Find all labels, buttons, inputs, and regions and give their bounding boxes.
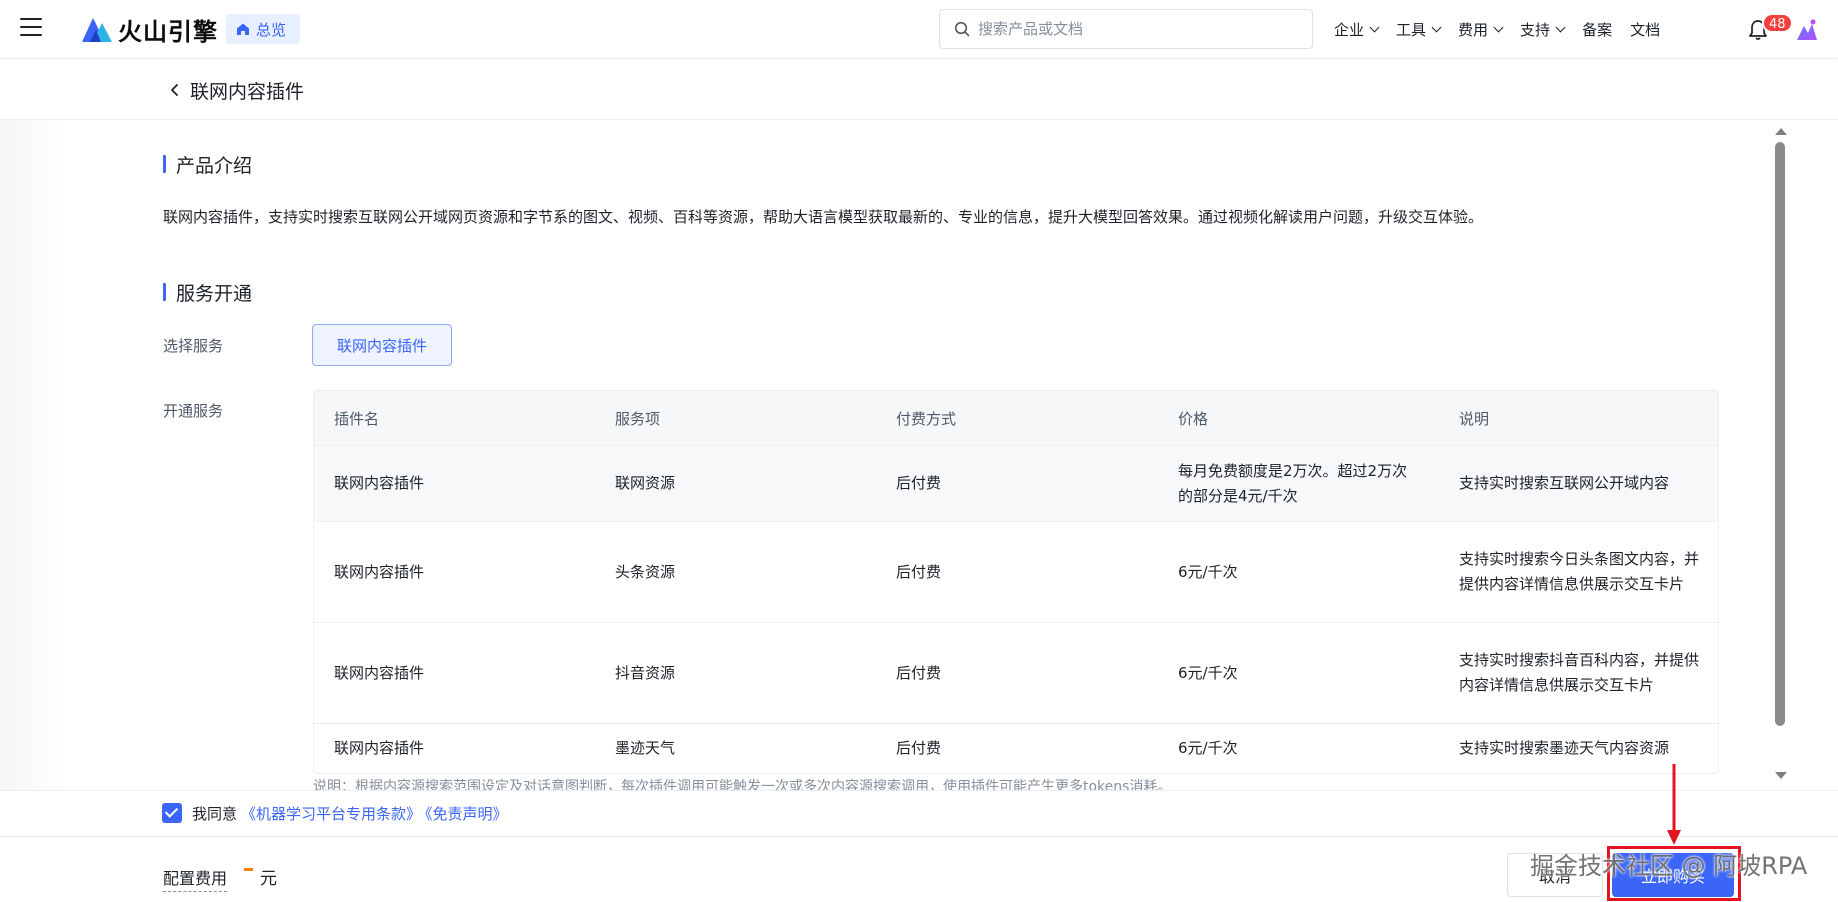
- cancel-button[interactable]: 取消: [1507, 853, 1603, 897]
- cell-price: 6元/千次: [1178, 663, 1238, 682]
- nav-label: 企业: [1334, 21, 1365, 39]
- service-option-chip[interactable]: 联网内容插件: [312, 324, 452, 366]
- volcano-logo-icon: [82, 18, 112, 42]
- back-chevron-icon[interactable]: [168, 83, 182, 97]
- open-service-label: 开通服务: [163, 402, 224, 420]
- cell-plugin: 联网内容插件: [334, 562, 425, 581]
- home-icon: [237, 23, 249, 35]
- th-billing: 付费方式: [896, 409, 957, 428]
- cell-price: 每月免费额度是2万次。超过2万次的部分是4元/千次: [1178, 461, 1408, 505]
- cost-unit: 元: [260, 869, 277, 889]
- cell-price: 6元/千次: [1178, 562, 1238, 581]
- nav-support[interactable]: 支持: [1520, 19, 1566, 40]
- nav-label: 费用: [1458, 21, 1489, 39]
- cell-item: 头条资源: [615, 562, 676, 581]
- main-content: 产品介绍 联网内容插件，支持实时搜索互联网公开域网页资源和字节系的图文、视频、百…: [0, 121, 1770, 791]
- top-navigation-bar: 火山引擎 总览 企业 工具 费用 支持 备案 文档 48: [0, 0, 1838, 59]
- cell-desc: 支持实时搜索抖音百科内容，并提供内容详情信息供展示交互卡片: [1459, 651, 1700, 694]
- nav-tools[interactable]: 工具: [1396, 19, 1442, 40]
- search-input[interactable]: [978, 20, 1278, 38]
- nav-label: 备案: [1582, 21, 1613, 39]
- th-description: 说明: [1459, 409, 1490, 428]
- terms-link[interactable]: 《机器学习平台专用条款》: [241, 805, 421, 823]
- cell-plugin: 联网内容插件: [334, 739, 425, 757]
- nav-label: 工具: [1396, 21, 1427, 39]
- cost-bar: 配置费用 元 取消 立即购买: [0, 836, 1838, 902]
- cell-desc: 支持实时搜索互联网公开域内容: [1459, 474, 1670, 492]
- cell-billing: 后付费: [896, 562, 942, 581]
- chevron-down-icon: [1369, 22, 1380, 33]
- nav-docs[interactable]: 文档: [1630, 19, 1660, 40]
- cost-label: 配置费用: [163, 865, 228, 892]
- nav-enterprise[interactable]: 企业: [1334, 19, 1380, 40]
- top-nav: 企业 工具 费用 支持 备案 文档: [1334, 0, 1660, 59]
- chevron-down-icon: [1431, 22, 1442, 33]
- cost-value-placeholder: [244, 868, 253, 871]
- th-service-item: 服务项: [615, 409, 661, 428]
- agree-checkbox[interactable]: [162, 803, 182, 823]
- nav-filing[interactable]: 备案: [1582, 19, 1612, 40]
- nav-billing[interactable]: 费用: [1458, 19, 1504, 40]
- nav-label: 文档: [1630, 21, 1661, 39]
- search-icon: [954, 21, 970, 37]
- table-header: 插件名 服务项 付费方式 价格 说明: [314, 391, 1718, 445]
- service-note: 说明：根据内容源搜索范围设定及对话意图判断，每次插件调用可能触发一次或多次内容源…: [313, 779, 1172, 791]
- service-table: 插件名 服务项 付费方式 价格 说明 联网内容插件 联网资源 后付费 每月免费额…: [313, 390, 1719, 774]
- page-title: 联网内容插件: [190, 81, 305, 103]
- table-row: 联网内容插件 墨迹天气 后付费 6元/千次 支持实时搜索墨迹天气内容资源: [314, 723, 1718, 773]
- brand-name: 火山引擎: [118, 17, 218, 46]
- nav-label: 支持: [1520, 21, 1551, 39]
- chevron-down-icon: [1555, 22, 1566, 33]
- cell-billing: 后付费: [896, 739, 942, 757]
- buy-now-button[interactable]: 立即购买: [1612, 853, 1734, 897]
- intro-text: 联网内容插件，支持实时搜索互联网公开域网页资源和字节系的图文、视频、百科等资源，…: [163, 208, 1484, 226]
- cell-billing: 后付费: [896, 474, 942, 492]
- overview-label: 总览: [256, 20, 287, 39]
- th-price: 价格: [1178, 409, 1209, 428]
- cell-desc: 支持实时搜索墨迹天气内容资源: [1459, 739, 1670, 757]
- page-header: 联网内容插件: [0, 60, 1838, 120]
- disclaimer-link[interactable]: 《免责声明》: [425, 805, 508, 823]
- agreement-bar: 我同意 《机器学习平台专用条款》 《免责声明》: [0, 790, 1838, 836]
- notification-badge: 48: [1762, 13, 1793, 33]
- cell-item: 抖音资源: [615, 663, 676, 682]
- cell-price: 6元/千次: [1178, 739, 1238, 757]
- cell-desc: 支持实时搜索今日头条图文内容，并提供内容详情信息供展示交互卡片: [1459, 550, 1700, 593]
- brand-logo[interactable]: 火山引擎: [80, 12, 218, 46]
- th-plugin-name: 插件名: [334, 409, 380, 428]
- agree-prefix: 我同意: [192, 805, 238, 823]
- agreement-text: 我同意 《机器学习平台专用条款》 《免责声明》: [192, 803, 508, 824]
- table-row: 联网内容插件 头条资源 后付费 6元/千次 支持实时搜索今日头条图文内容，并提供…: [314, 521, 1718, 622]
- chevron-down-icon: [1493, 22, 1504, 33]
- cell-plugin: 联网内容插件: [334, 474, 425, 492]
- intro-section-title: 产品介绍: [163, 151, 252, 178]
- table-row: 联网内容插件 抖音资源 后付费 6元/千次 支持实时搜索抖音百科内容，并提供内容…: [314, 622, 1718, 723]
- table-row: 联网内容插件 联网资源 后付费 每月免费额度是2万次。超过2万次的部分是4元/千…: [314, 445, 1718, 521]
- user-avatar-icon[interactable]: [1795, 18, 1819, 42]
- scroll-down-arrow-icon[interactable]: [1775, 772, 1787, 779]
- scroll-up-arrow-icon[interactable]: [1775, 128, 1787, 135]
- overview-tab[interactable]: 总览: [226, 14, 301, 44]
- cell-item: 联网资源: [615, 474, 676, 492]
- hamburger-menu-icon[interactable]: [20, 18, 42, 38]
- cell-billing: 后付费: [896, 663, 942, 682]
- select-service-label: 选择服务: [163, 337, 224, 355]
- service-section-title: 服务开通: [163, 279, 252, 306]
- scrollbar-thumb[interactable]: [1775, 142, 1785, 726]
- cell-plugin: 联网内容插件: [334, 663, 425, 682]
- cell-item: 墨迹天气: [615, 739, 676, 757]
- search-box[interactable]: [939, 9, 1313, 49]
